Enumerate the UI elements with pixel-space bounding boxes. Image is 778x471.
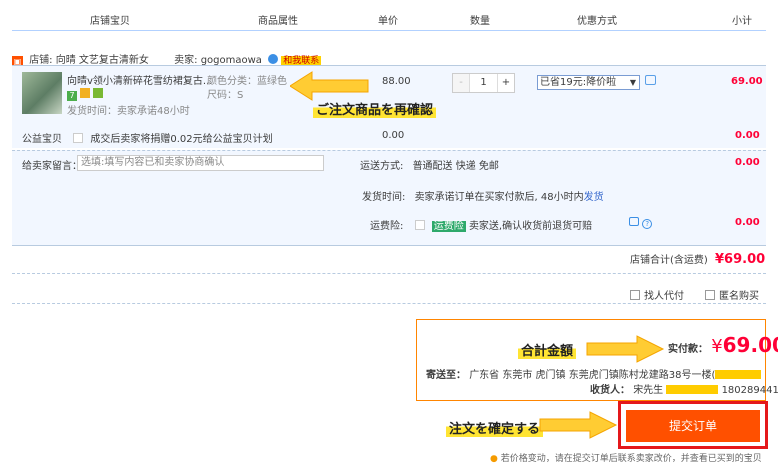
discount-info-icon[interactable] — [645, 75, 656, 85]
charity-price: 0.00 — [382, 130, 405, 141]
col-quantity: 数量 — [470, 16, 490, 27]
col-discount: 优惠方式 — [577, 16, 617, 27]
receiver: 收货人： 宋先生 18028944119 — [590, 385, 778, 396]
submit-order-button[interactable]: 提交订单 — [626, 410, 760, 442]
store-total-value: ¥69.00 — [715, 252, 766, 267]
quantity-stepper: - 1 + — [452, 73, 515, 93]
shipping-time: 发货时间: 卖家承诺订单在买家付款后, 48小时内发货 — [362, 192, 604, 203]
shipping-method: 运送方式: 普通配送 快递 免邮 — [360, 161, 499, 172]
shield-icon — [93, 88, 104, 98]
discount-select[interactable]: 已省19元:降价啦 ▼ — [537, 75, 640, 90]
unit-price: 88.00 — [382, 76, 411, 87]
insurance-subtotal: 0.00 — [735, 217, 760, 228]
insurance-help-icons[interactable]: ? — [629, 217, 653, 229]
header-divider — [12, 30, 766, 31]
charity-label: 公益宝贝 — [22, 134, 62, 145]
bottom-divider — [12, 303, 766, 304]
proxy-pay-checkbox[interactable] — [630, 290, 640, 300]
item-color: 颜色分类：蓝绿色 — [207, 76, 287, 87]
col-shop-items: 店铺宝贝 — [90, 16, 130, 27]
col-subtotal: 小计 — [732, 16, 752, 27]
insurance-row: 运费险: 运费险 卖家送,确认收货前退货可赔 — [370, 220, 593, 232]
paid-value: 69.00 — [722, 333, 778, 357]
location-pin-icon: ● — [490, 454, 498, 464]
ship-time-link[interactable]: 发货 — [584, 192, 604, 203]
chat-icon — [629, 217, 639, 226]
qty-plus-button[interactable]: + — [497, 74, 514, 92]
item-ship-time: 发货时间：卖家承诺48小时 — [67, 106, 190, 117]
col-attributes: 商品属性 — [258, 16, 298, 27]
charity-text: 成交后卖家将捐赠0.02元给公益宝贝计划 — [90, 134, 273, 145]
charity-subtotal: 0.00 — [735, 130, 760, 141]
insurance-badge: 运费险 — [431, 221, 466, 232]
anonymous-checkbox[interactable] — [705, 290, 715, 300]
item-title-link[interactable]: 向晴v领小清新碎花雪纺裙复古... — [67, 72, 212, 87]
ship-to-address: 寄送至： 广东省 东莞市 虎门镇 东莞虎门镇陈村龙建路38号一楼() — [426, 366, 762, 381]
address-redaction — [715, 370, 762, 379]
message-input[interactable]: 选填:填写内容已和卖家协商确认 — [77, 155, 324, 171]
callout-total-amount: 合計金額 — [518, 340, 577, 359]
qty-minus-button[interactable]: - — [453, 74, 470, 92]
shipping-subtotal: 0.00 — [735, 157, 760, 168]
help-icon: ? — [642, 219, 653, 229]
price-change-notice: ● 若价格变动，请在提交订单后联系卖家改价，并查看已买到的宝贝 — [490, 454, 762, 464]
store-total-divider — [12, 245, 766, 246]
store-total: 店铺合计(含运费) ¥69.00 — [630, 252, 766, 267]
item-subtotal: 69.00 — [731, 76, 763, 87]
message-label: 给卖家留言： — [22, 161, 82, 172]
paid-amount: 实付款： ¥69.00 — [668, 333, 778, 357]
name-redaction — [666, 385, 719, 394]
callout-arrow-right-submit — [539, 411, 618, 439]
item-thumbnail[interactable] — [22, 72, 62, 114]
col-price: 单价 — [378, 16, 398, 27]
callout-confirm-items: ご注文商品を再確認 — [313, 99, 437, 118]
item-service-icons: 7 — [67, 88, 104, 101]
callout-confirm-order: 注文を確定する — [446, 418, 544, 437]
chevron-down-icon: ▼ — [629, 78, 636, 87]
anonymous-option[interactable]: 匿名购买 — [705, 287, 759, 302]
options-divider — [12, 273, 766, 274]
quantity-input[interactable]: 1 — [470, 74, 497, 92]
credit-card-icon — [80, 88, 91, 98]
chat-bubble-icon — [268, 54, 279, 64]
insurance-checkbox — [414, 220, 425, 230]
callout-arrow-right-total — [586, 335, 665, 363]
seven-day-return-icon: 7 — [67, 91, 77, 101]
callout-arrow-left — [290, 71, 369, 101]
item-size: 尺码：S — [207, 90, 244, 101]
proxy-pay-option[interactable]: 找人代付 — [630, 287, 684, 302]
charity-row: 公益宝贝 成交后卖家将捐赠0.02元给公益宝贝计划 — [22, 130, 273, 145]
charity-checkbox — [73, 133, 84, 143]
